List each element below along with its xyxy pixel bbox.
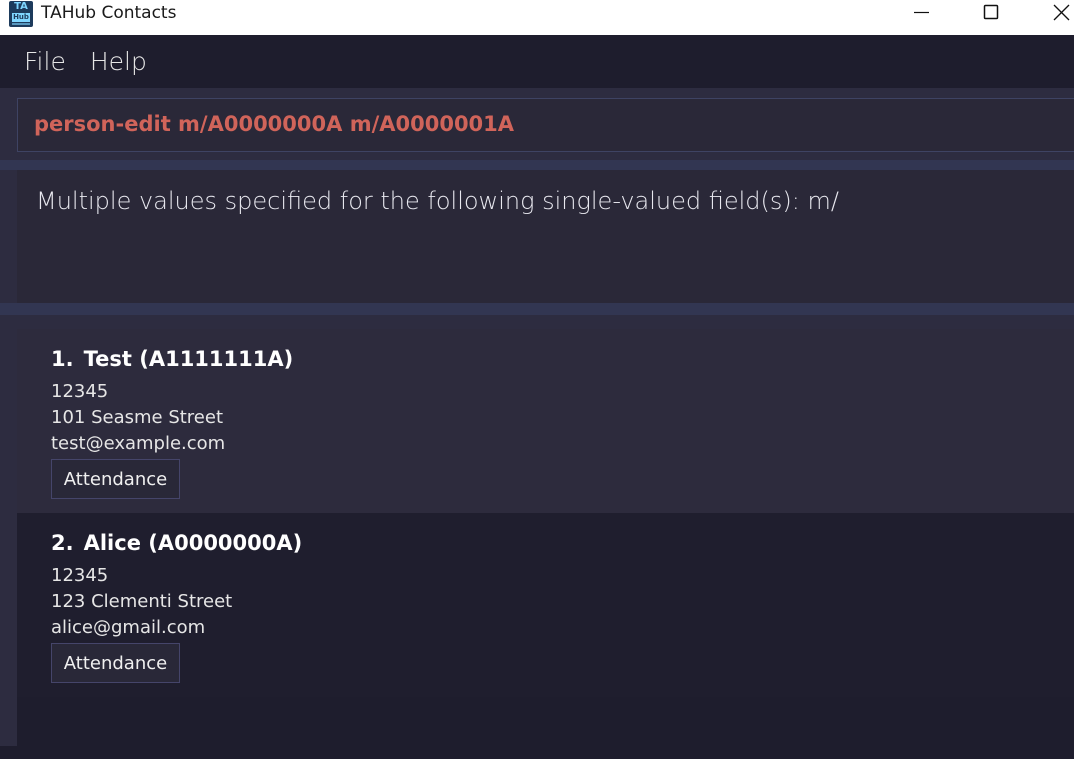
person-index: 1. [51, 347, 74, 371]
minimize-icon [914, 11, 929, 14]
app-logo-text-bottom: Hub [12, 13, 30, 22]
person-phone: 12345 [51, 381, 109, 402]
person-index: 2. [51, 531, 74, 555]
person-name-line: 1. Test (A1111111A) [51, 347, 293, 371]
menu-bar: File Help [0, 35, 1074, 88]
workspace: person-edit m/A0000000A m/A0000001A Mult… [0, 88, 1074, 759]
maximize-icon [983, 4, 999, 20]
person-card[interactable]: 1. Test (A1111111A) 12345 101 Seasme Stre… [17, 329, 1074, 513]
command-input-text: person-edit m/A0000000A m/A0000001A [34, 112, 515, 136]
app-logo-text-top: TA [14, 1, 28, 12]
person-matric: (A1111111A) [139, 347, 294, 371]
person-name-line: 2. Alice (A0000000A) [51, 531, 302, 555]
command-input[interactable]: person-edit m/A0000000A m/A0000001A [17, 98, 1074, 152]
window-title: TAHub Contacts [41, 3, 177, 23]
person-email: test@example.com [51, 433, 226, 454]
person-address: 123 Clementi Street [51, 591, 233, 612]
attendance-button[interactable]: Attendance [51, 643, 180, 683]
title-bar: TA Hub TAHub Contacts [0, 0, 1074, 35]
app-logo-icon: TA Hub [9, 1, 33, 27]
person-phone: 12345 [51, 565, 109, 586]
minimize-button[interactable] [898, 0, 944, 30]
person-list[interactable]: 1. Test (A1111111A) 12345 101 Seasme Stre… [17, 329, 1074, 759]
attendance-button[interactable]: Attendance [51, 459, 180, 499]
menu-file[interactable]: File [0, 35, 78, 88]
close-icon [1053, 4, 1070, 21]
divider [0, 160, 1074, 170]
person-email: alice@gmail.com [51, 617, 206, 638]
person-address: 101 Seasme Street [51, 407, 224, 428]
maximize-button[interactable] [968, 0, 1014, 30]
result-display: Multiple values specified for the follow… [17, 170, 1074, 303]
divider [0, 303, 1074, 315]
person-matric: (A0000000A) [148, 531, 303, 555]
person-card[interactable]: 2. Alice (A0000000A) 12345 123 Clementi S… [17, 513, 1074, 697]
menu-help[interactable]: Help [78, 35, 159, 88]
close-button[interactable] [1038, 0, 1074, 30]
person-name: Test [83, 347, 132, 371]
person-name: Alice [83, 531, 141, 555]
result-message: Multiple values specified for the follow… [36, 187, 839, 215]
